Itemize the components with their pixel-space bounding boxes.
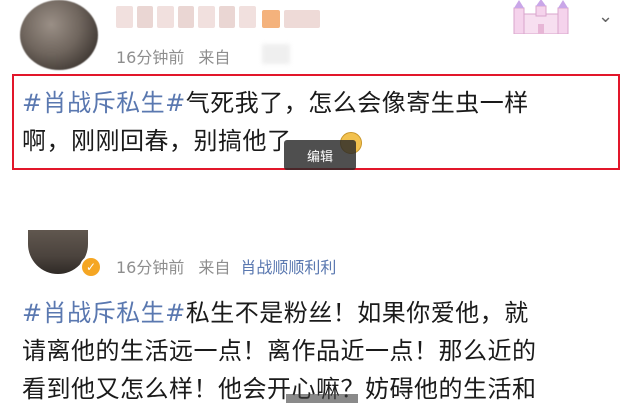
chevron-down-icon[interactable]: ⌄ [598,6,613,27]
weibo-screenshot: 16分钟前 来自 ⌄ #肖战斥私生#气死我了，怎么会像寄生虫一样 啊，刚刚回春，别… [0,0,644,403]
post-text: #肖战斥私生#私生不是粉丝！如果你爱他，就 请离他的生活远一点！离作品近一点！那… [22,294,630,403]
avatar[interactable] [20,0,98,70]
post-text-line1: 私生不是粉丝！如果你爱他，就 [185,299,529,327]
overlay-bar [286,394,358,403]
username-blurred-tail [284,10,320,28]
post-meta: 16分钟前 来自 肖战顺顺利利 [116,254,336,278]
post-text-line2: 请离他的生活远一点！离作品近一点！那么近的 [22,337,537,365]
castle-decoration-icon [513,0,569,34]
username-blurred[interactable] [116,6,257,30]
edit-button[interactable]: 编辑 [284,140,356,170]
post-text-line2: 啊，刚刚回春，别搞他了 [22,127,292,155]
source-link[interactable]: 肖战顺顺利利 [240,258,336,277]
post-text-line3: 看到他又怎么样！他会开心嘛？妨碍他的生活和 [22,375,537,403]
source-label: 来自 [198,48,231,67]
source-label: 来自 [198,258,231,277]
hashtag[interactable]: #肖战斥私生# [22,299,186,327]
hashtag[interactable]: #肖战斥私生# [22,89,186,117]
divider-gap [0,176,644,228]
post-text-line1: 气死我了，怎么会像寄生虫一样 [185,89,529,117]
post-time: 16分钟前 [116,48,185,67]
user-badge-icon [262,10,280,28]
vip-badge-icon: ✓ [80,256,102,278]
avatar[interactable] [28,230,88,274]
source-blurred [262,44,290,64]
post-meta: 16分钟前 来自 [116,44,230,68]
post-time: 16分钟前 [116,258,185,277]
